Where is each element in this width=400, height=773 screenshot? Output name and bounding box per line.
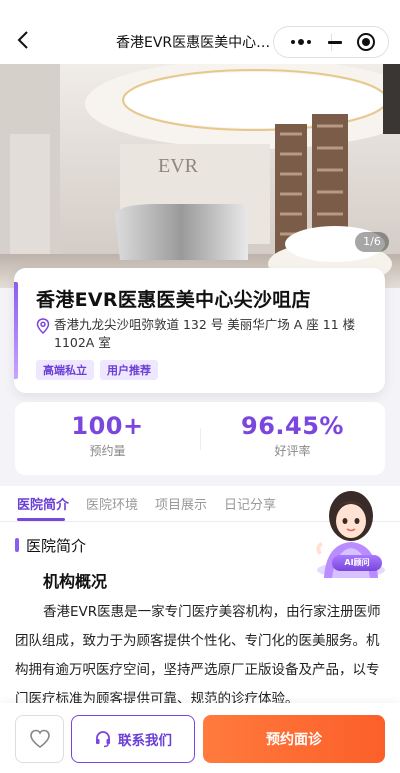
rating-stat: 96.45% 好评率 [200,412,385,459]
contact-us-label: 联系我们 [118,733,172,749]
rating-label: 好评率 [274,444,311,458]
bookings-label: 预约量 [89,444,126,458]
subsection-title: 机构概况 [43,572,108,591]
lobby-sign-text: EVR [158,155,199,177]
stats-panel: 100+ 预约量 96.45% 好评率 [15,402,385,475]
headset-icon [96,731,110,748]
store-tag: 高端私立 [36,360,94,380]
more-dot-icon [298,39,304,45]
rating-value: 96.45% [241,412,344,440]
more-dot-icon [291,40,295,44]
section-accent-bar [15,538,19,552]
book-consultation-button[interactable]: 预约面诊 [203,715,385,763]
store-tags: 高端私立 用户推荐 [36,360,158,380]
more-menu-button[interactable] [284,27,318,57]
top-nav-bar: 香港EVR医惠医美中心尖沙咀店 [0,0,400,64]
location-pin-icon [36,318,50,334]
page-title: 香港EVR医惠医美中心尖沙咀店 [116,35,276,51]
tab-hospital-intro[interactable]: 医院简介 [17,494,69,513]
store-info-card: 香港EVR医惠医美中心尖沙咀店 香港九龙尖沙咀弥敦道 132 号 美丽华广场 A… [14,268,385,393]
back-button[interactable] [12,28,36,56]
close-miniapp-button[interactable] [357,33,375,51]
minimize-icon [328,40,342,44]
ai-advisor-badge[interactable]: AI顾问 [332,555,382,571]
heart-icon [29,729,50,748]
section-title: 医院简介 [26,537,87,555]
contact-us-button[interactable]: 联系我们 [71,715,195,763]
store-tag: 用户推荐 [100,360,158,380]
card-accent-bar [14,282,18,379]
chevron-left-icon [17,31,28,49]
close-target-icon [362,38,370,46]
image-counter-badge: 1/6 [355,232,389,252]
store-name: 香港EVR医惠医美中心尖沙咀店 [36,289,311,311]
book-consultation-label: 预约面诊 [266,732,322,748]
minimize-button[interactable] [318,27,352,57]
miniapp-capsule [273,26,389,58]
more-dot-icon [307,40,311,44]
bookings-value: 100+ [71,412,144,440]
bottom-action-bar: 联系我们 预约面诊 [0,703,400,773]
clinic-lobby-photo: EVR [0,64,400,288]
tab-project-showcase[interactable]: 项目展示 [155,494,207,513]
hero-image-carousel[interactable]: EVR [0,64,400,288]
intro-paragraph: 香港EVR医惠是一家专门医疗美容机构，由行家注册医师团队组成，致力于为顾客提供个… [15,604,381,707]
tab-diary-share[interactable]: 日记分享 [224,494,276,513]
bookings-stat: 100+ 预约量 [15,412,200,459]
store-address[interactable]: 香港九龙尖沙咀弥敦道 132 号 美丽华广场 A 座 11 楼 1102A 室 [54,316,374,352]
favorite-button[interactable] [15,715,64,763]
tab-hospital-environment[interactable]: 医院环境 [86,494,138,513]
